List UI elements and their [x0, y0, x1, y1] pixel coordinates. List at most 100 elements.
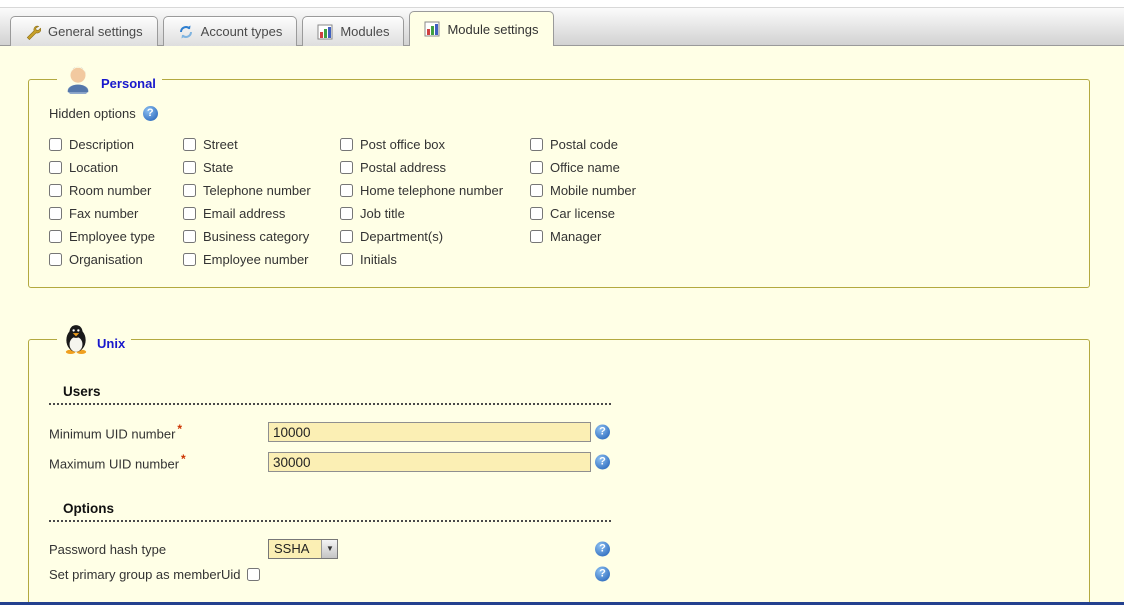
tux-icon [63, 324, 89, 354]
hidden-option-checkbox[interactable] [530, 138, 543, 151]
hidden-option-checkbox[interactable] [340, 253, 353, 266]
hidden-option[interactable]: Job title [340, 206, 530, 221]
hidden-option[interactable]: Office name [530, 160, 636, 175]
hidden-option-checkbox[interactable] [49, 253, 62, 266]
hidden-options-row: Hidden options ? [49, 106, 1069, 121]
hidden-option-label: Business category [203, 229, 309, 244]
password-hash-row: Password hash type SSHA ▼ ? [49, 538, 1069, 560]
max-uid-input[interactable] [268, 452, 591, 472]
help-icon[interactable]: ? [595, 542, 610, 557]
hidden-option-label: Home telephone number [360, 183, 503, 198]
hidden-option-label: Street [203, 137, 238, 152]
hidden-option-checkbox[interactable] [530, 184, 543, 197]
hidden-option[interactable]: Post office box [340, 137, 530, 152]
hidden-option-label: Email address [203, 206, 285, 221]
help-icon[interactable]: ? [143, 106, 158, 121]
hidden-option-checkbox[interactable] [340, 161, 353, 174]
hidden-option-label: Employee type [69, 229, 155, 244]
max-uid-row: Maximum UID number* ? [49, 451, 1069, 473]
tab-modules[interactable]: Modules [302, 16, 404, 46]
hidden-options-label: Hidden options [49, 106, 136, 121]
hidden-options-column-1: Description Location Room number Fax num… [49, 137, 183, 267]
hidden-option[interactable]: Initials [340, 252, 530, 267]
personal-legend-label: Personal [101, 76, 156, 94]
hidden-option-checkbox[interactable] [49, 207, 62, 220]
hidden-option-checkbox[interactable] [183, 253, 196, 266]
hidden-option[interactable]: Fax number [49, 206, 183, 221]
account-types-icon [178, 24, 194, 40]
hidden-option-checkbox[interactable] [530, 161, 543, 174]
hidden-option-label: Description [69, 137, 134, 152]
hidden-option[interactable]: Room number [49, 183, 183, 198]
password-hash-value: SSHA [269, 540, 321, 558]
min-uid-input[interactable] [268, 422, 591, 442]
hidden-option-label: State [203, 160, 233, 175]
hidden-option[interactable]: Location [49, 160, 183, 175]
member-uid-row: Set primary group as memberUid ? [49, 564, 1069, 584]
hidden-option[interactable]: Business category [183, 229, 340, 244]
unix-legend: Unix [57, 324, 131, 354]
hidden-option[interactable]: Employee number [183, 252, 340, 267]
hidden-option[interactable]: State [183, 160, 340, 175]
password-hash-label: Password hash type [49, 542, 268, 557]
hidden-option[interactable]: Manager [530, 229, 636, 244]
hidden-option-label: Room number [69, 183, 151, 198]
hidden-option[interactable]: Employee type [49, 229, 183, 244]
hidden-option[interactable]: Street [183, 137, 340, 152]
member-uid-checkbox[interactable] [247, 568, 260, 581]
hidden-options-grid: Description Location Room number Fax num… [49, 137, 1069, 267]
help-icon[interactable]: ? [595, 567, 610, 582]
hidden-option-checkbox[interactable] [340, 230, 353, 243]
hidden-option-checkbox[interactable] [340, 184, 353, 197]
hidden-option[interactable]: Car license [530, 206, 636, 221]
hidden-option-label: Telephone number [203, 183, 311, 198]
hidden-option-checkbox[interactable] [183, 161, 196, 174]
tab-account-types[interactable]: Account types [163, 16, 298, 46]
hidden-option-label: Postal address [360, 160, 446, 175]
member-uid-label: Set primary group as memberUid [49, 567, 240, 582]
hidden-option-checkbox[interactable] [49, 138, 62, 151]
hidden-option-checkbox[interactable] [49, 184, 62, 197]
unix-legend-label: Unix [97, 336, 125, 354]
hidden-option-checkbox[interactable] [183, 184, 196, 197]
hidden-option[interactable]: Organisation [49, 252, 183, 267]
hidden-option[interactable]: Home telephone number [340, 183, 530, 198]
hidden-option-checkbox[interactable] [49, 161, 62, 174]
personal-legend: Personal [57, 64, 162, 94]
hidden-option[interactable]: Mobile number [530, 183, 636, 198]
hidden-option-label: Mobile number [550, 183, 636, 198]
options-section-header: Options [49, 501, 611, 522]
password-hash-select[interactable]: SSHA ▼ [268, 539, 338, 559]
required-marker: * [177, 422, 182, 436]
hidden-option[interactable]: Telephone number [183, 183, 340, 198]
hidden-option-checkbox[interactable] [183, 138, 196, 151]
hidden-option-checkbox[interactable] [49, 230, 62, 243]
hidden-option-label: Post office box [360, 137, 445, 152]
person-icon [63, 64, 93, 94]
footer-divider [0, 602, 1124, 605]
min-uid-label: Minimum UID number* [49, 422, 268, 441]
hidden-option-checkbox[interactable] [530, 230, 543, 243]
tab-module-settings[interactable]: Module settings [409, 11, 553, 46]
hidden-option-checkbox[interactable] [530, 207, 543, 220]
hidden-option[interactable]: Department(s) [340, 229, 530, 244]
hidden-option-label: Fax number [69, 206, 138, 221]
help-icon[interactable]: ? [595, 425, 610, 440]
hidden-option-checkbox[interactable] [340, 207, 353, 220]
module-settings-icon [424, 21, 440, 37]
hidden-option-label: Employee number [203, 252, 309, 267]
hidden-option[interactable]: Postal code [530, 137, 636, 152]
hidden-option-checkbox[interactable] [183, 230, 196, 243]
hidden-option-label: Initials [360, 252, 397, 267]
hidden-option-checkbox[interactable] [183, 207, 196, 220]
hidden-option[interactable]: Description [49, 137, 183, 152]
hidden-option-checkbox[interactable] [340, 138, 353, 151]
hidden-option[interactable]: Postal address [340, 160, 530, 175]
tab-label: Modules [340, 24, 389, 39]
max-uid-label: Maximum UID number* [49, 452, 268, 471]
hidden-option-label: Office name [550, 160, 620, 175]
help-icon[interactable]: ? [595, 455, 610, 470]
tab-general-settings[interactable]: General settings [10, 16, 158, 46]
hidden-option[interactable]: Email address [183, 206, 340, 221]
hidden-option-label: Postal code [550, 137, 618, 152]
